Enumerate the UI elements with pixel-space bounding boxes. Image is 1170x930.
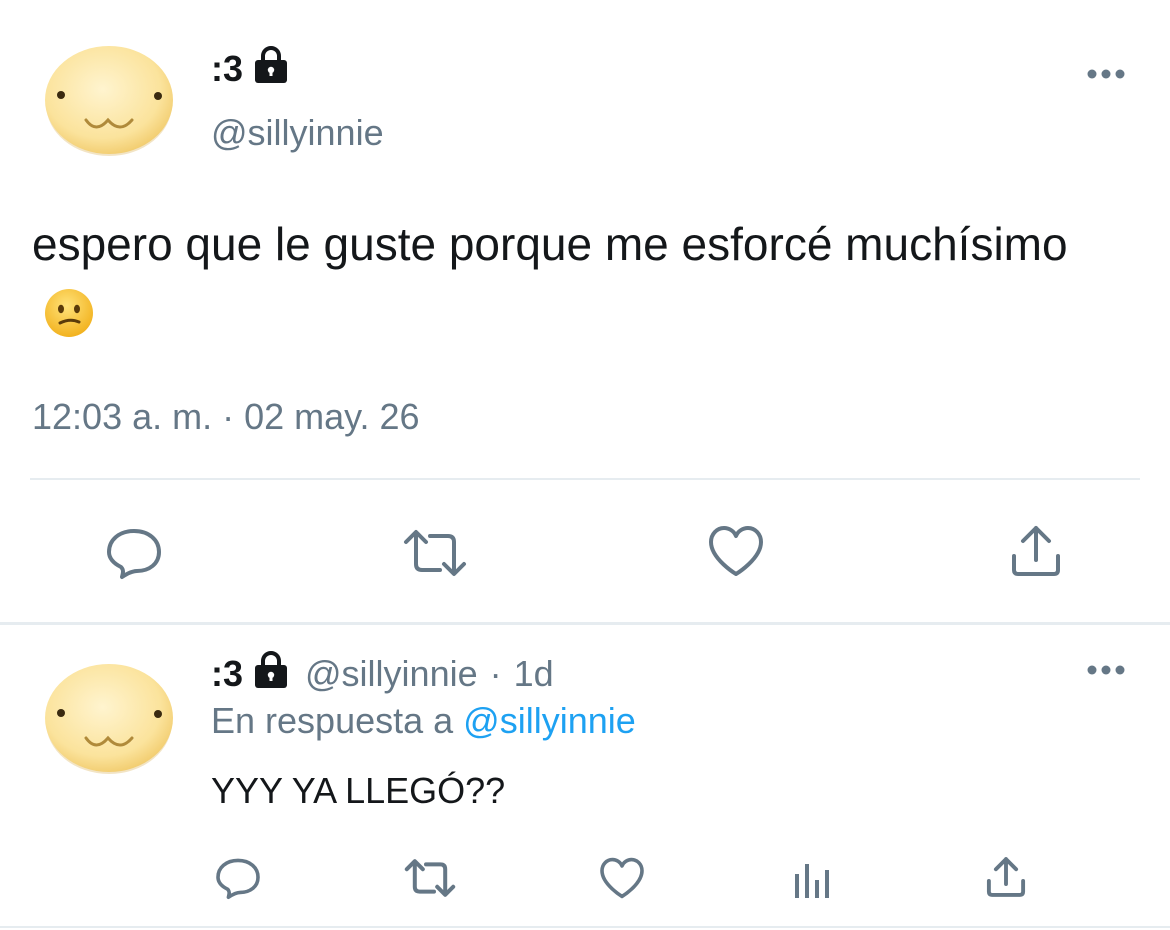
tweet-timestamp[interactable]: 12:03 a. m. · 02 may. 26 xyxy=(32,396,420,438)
share-icon[interactable] xyxy=(984,856,1028,903)
reply-display-name[interactable]: :3 xyxy=(211,653,243,695)
author-name-line: :3 xyxy=(211,45,291,90)
lock-icon xyxy=(251,650,291,699)
reply-prefix: En respuesta a xyxy=(211,700,454,741)
like-icon[interactable] xyxy=(598,856,646,905)
bottom-divider xyxy=(0,926,1170,928)
tweet-text: espero que le guste porque me esforcé mu… xyxy=(32,218,1068,270)
reply-to-mention[interactable]: @sillyinnie xyxy=(463,700,636,741)
share-icon[interactable] xyxy=(1008,524,1064,583)
author-handle[interactable]: @sillyinnie xyxy=(211,112,384,154)
reply-handle[interactable]: @sillyinnie xyxy=(305,653,478,695)
tweet-text-block: espero que le guste porque me esforcé mu… xyxy=(32,208,1092,358)
divider xyxy=(30,478,1140,480)
reply-text: YYY YA LLEGÓ?? xyxy=(211,770,506,811)
retweet-icon[interactable] xyxy=(400,528,470,583)
like-icon[interactable] xyxy=(706,524,766,583)
reply-icon[interactable] xyxy=(214,856,262,905)
lock-icon xyxy=(251,45,291,94)
reply-header: :3 @sillyinnie · 1d xyxy=(211,650,554,699)
analytics-icon[interactable] xyxy=(792,860,832,905)
retweet-icon[interactable] xyxy=(402,858,458,903)
reply-avatar[interactable] xyxy=(40,660,178,778)
tweet-separator xyxy=(0,622,1170,625)
more-options-icon[interactable] xyxy=(1086,66,1126,87)
confused-face-emoji xyxy=(44,286,94,358)
avatar[interactable] xyxy=(40,42,178,160)
reply-age[interactable]: 1d xyxy=(514,653,554,695)
reply-icon[interactable] xyxy=(104,526,164,585)
reply-context: En respuesta a @sillyinnie xyxy=(211,700,636,742)
reply-separator: · xyxy=(489,653,502,694)
reply-more-options-icon[interactable] xyxy=(1086,662,1126,683)
display-name[interactable]: :3 xyxy=(211,48,243,90)
